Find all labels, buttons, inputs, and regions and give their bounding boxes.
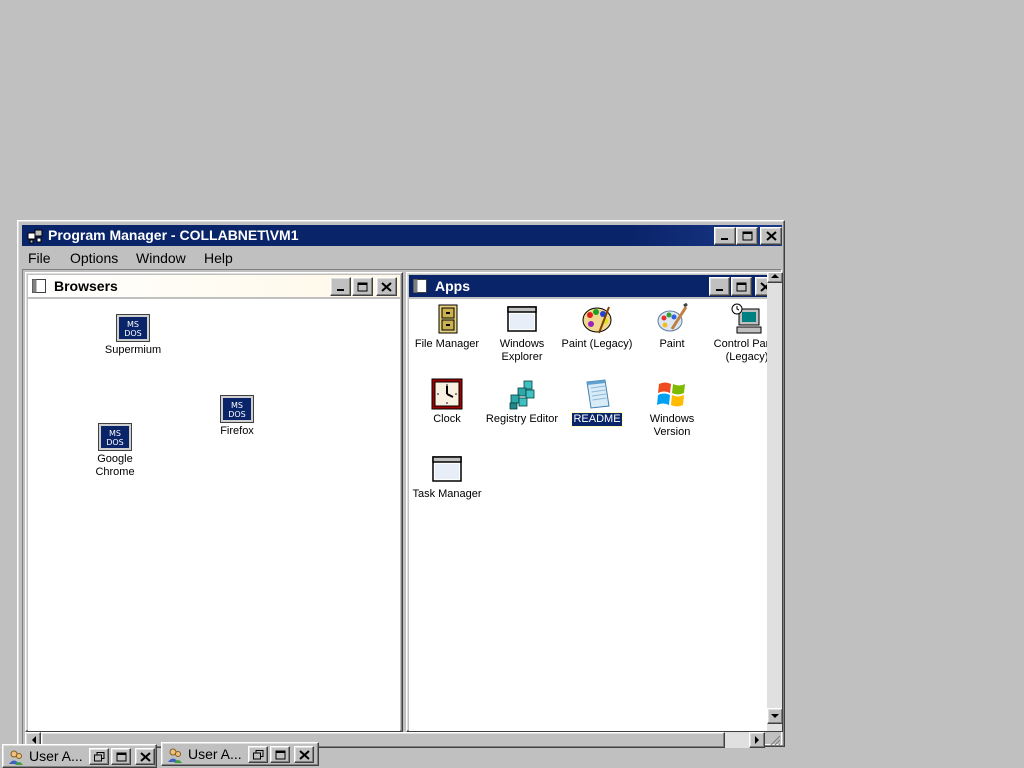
close-icon [765, 231, 777, 241]
ms-dos-badge: MS DOS [106, 429, 124, 447]
program-label: Paint [659, 338, 685, 350]
mdi-client-area: Browsers MS DOS Supermium MS DOS Firefox… [22, 269, 783, 748]
minimize-icon [721, 238, 728, 240]
program-icon-windows-version[interactable]: Windows Version [627, 378, 717, 439]
ms-dos-badge: MS DOS [228, 401, 246, 419]
window-title: Program Manager - COLLABNET\VM1 [48, 227, 299, 243]
close-button[interactable] [760, 227, 782, 245]
browsers-content: MS DOS Supermium MS DOS Firefox MS DOS G… [28, 299, 400, 731]
maximize-icon [357, 282, 368, 291]
browsers-title: Browsers [54, 278, 118, 294]
window-icon [432, 456, 462, 482]
maximize-icon [742, 231, 752, 241]
program-label: Task Manager [412, 488, 482, 500]
program-label: Clock [433, 413, 461, 425]
ms-dos-icon: MS DOS [220, 395, 254, 423]
group-window-icon [413, 279, 427, 293]
users-icon [9, 750, 23, 765]
menu-options[interactable]: Options [64, 247, 124, 269]
maximize-button[interactable] [111, 748, 131, 765]
program-label: README [571, 412, 623, 427]
program-label: Control Panel (Legacy) [713, 338, 767, 363]
browsers-title-bar[interactable]: Browsers [28, 275, 400, 297]
apps-group-window[interactable]: Apps File Manager Windows Explorer Paint… [406, 272, 783, 732]
scroll-up-button[interactable] [767, 273, 782, 283]
close-icon [381, 281, 392, 292]
size-grip-icon[interactable] [767, 733, 781, 747]
clock-icon [431, 378, 463, 410]
window-icon [507, 306, 537, 332]
palette-brush-icon [657, 303, 688, 332]
program-label: Supermium [104, 344, 162, 356]
program-label: File Manager [414, 338, 480, 350]
users-icon [168, 748, 182, 763]
program-label: Windows Explorer [499, 338, 545, 363]
minimized-window-title: User A... [29, 748, 83, 764]
notepad-icon [586, 379, 610, 409]
apps-maximize-button[interactable] [731, 277, 752, 296]
minimized-window-2[interactable]: User A... [161, 742, 319, 766]
program-label: Windows Version [649, 413, 695, 438]
menu-window[interactable]: Window [130, 247, 192, 269]
apps-title: Apps [435, 278, 470, 294]
close-button[interactable] [135, 748, 155, 765]
browsers-minimize-button[interactable] [330, 277, 351, 296]
close-icon [139, 751, 151, 762]
ms-dos-icon: MS DOS [98, 423, 132, 451]
browsers-maximize-button[interactable] [352, 277, 373, 296]
program-icon-firefox[interactable]: MS DOS Firefox [192, 395, 282, 438]
minimize-button[interactable] [714, 227, 736, 245]
ms-dos-icon: MS DOS [116, 314, 150, 342]
arrow-down-icon [771, 713, 779, 718]
apps-vertical-scrollbar[interactable] [767, 275, 782, 731]
program-manager-window[interactable]: Program Manager - COLLABNET\VM1 File Opt… [17, 220, 785, 748]
program-manager-title-bar[interactable]: Program Manager - COLLABNET\VM1 [22, 225, 782, 246]
program-label: Paint (Legacy) [561, 338, 633, 350]
group-window-icon [32, 279, 46, 293]
arrow-left-icon [31, 736, 36, 744]
registry-cubes-icon [509, 380, 535, 410]
apps-minimize-button[interactable] [709, 277, 730, 296]
arrow-up-icon [771, 273, 779, 278]
browsers-close-button[interactable] [376, 277, 397, 296]
restore-icon [252, 749, 263, 759]
maximize-button[interactable] [270, 746, 290, 763]
program-icon-supermium[interactable]: MS DOS Supermium [88, 314, 178, 357]
minimized-window-title: User A... [188, 746, 242, 762]
minimize-icon [336, 288, 344, 291]
scroll-right-button[interactable] [749, 732, 765, 748]
minimize-icon [715, 288, 723, 291]
palette-icon [582, 306, 612, 334]
close-button[interactable] [294, 746, 314, 763]
maximize-icon [736, 282, 747, 291]
maximize-button[interactable] [736, 227, 758, 245]
arrow-right-icon [754, 736, 759, 744]
program-label: Firefox [220, 425, 254, 437]
windows-logo-icon [657, 382, 685, 407]
scroll-down-button[interactable] [767, 708, 782, 724]
apps-title-bar[interactable]: Apps [409, 275, 782, 297]
maximize-icon [275, 750, 285, 759]
close-icon [298, 749, 310, 760]
browsers-group-window[interactable]: Browsers MS DOS Supermium MS DOS Firefox… [25, 272, 403, 732]
restore-icon [93, 751, 104, 761]
ms-dos-badge: MS DOS [124, 320, 142, 338]
program-label: Registry Editor [485, 413, 559, 425]
minimized-window-1[interactable]: User A... [2, 744, 157, 768]
program-label: Google Chrome [95, 453, 135, 478]
maximize-icon [116, 752, 126, 761]
apps-content: File Manager Windows Explorer Paint (Leg… [409, 299, 767, 731]
program-icon-control-panel-legacy[interactable]: Control Panel (Legacy) [702, 303, 767, 364]
menu-help[interactable]: Help [198, 247, 239, 269]
restore-button[interactable] [248, 746, 268, 763]
menu-file[interactable]: File [22, 247, 57, 269]
program-icon-task-manager[interactable]: Task Manager [409, 453, 492, 501]
program-icon-google-chrome[interactable]: MS DOS Google Chrome [70, 423, 160, 479]
restore-button[interactable] [89, 748, 109, 765]
file-cabinet-icon [438, 304, 458, 334]
menu-bar: File Options Window Help [22, 247, 782, 269]
program-manager-icon [27, 229, 43, 244]
control-panel-icon [731, 303, 762, 334]
